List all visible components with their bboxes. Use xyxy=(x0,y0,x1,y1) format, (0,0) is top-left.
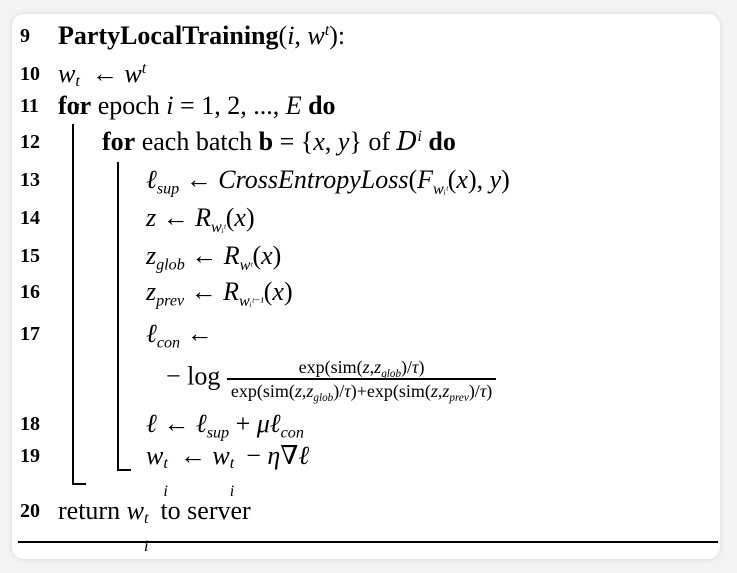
line-number: 16 xyxy=(20,281,40,303)
line-number: 12 xyxy=(20,131,40,153)
line-number: 17 xyxy=(20,323,40,345)
line-number: 19 xyxy=(20,445,40,467)
fraction: exp(sim(z,zglob)/τ) exp(sim(z,zglob)/τ)+… xyxy=(226,356,497,403)
line-number: 15 xyxy=(20,245,40,267)
return-keyword: return xyxy=(58,496,121,525)
bottom-rule xyxy=(18,541,718,543)
line-number: 10 xyxy=(20,63,40,85)
line-number: 14 xyxy=(20,207,40,229)
loss-name: CrossEntropyLoss xyxy=(218,165,409,194)
outer-loop-scope xyxy=(72,124,74,484)
do-keyword: do xyxy=(428,127,456,156)
inner-loop-scope-end xyxy=(117,469,131,471)
line-number: 11 xyxy=(20,95,39,117)
line-number: 18 xyxy=(20,413,40,435)
for-keyword: for xyxy=(102,127,136,156)
line-number: 9 xyxy=(20,25,30,47)
for-keyword: for xyxy=(58,91,92,120)
line-number: 13 xyxy=(20,169,40,191)
line-number: 20 xyxy=(20,500,40,522)
function-name: PartyLocalTraining xyxy=(58,21,279,50)
inner-loop-scope xyxy=(117,162,119,470)
do-keyword: do xyxy=(308,91,336,120)
outer-loop-scope-end xyxy=(72,483,86,485)
